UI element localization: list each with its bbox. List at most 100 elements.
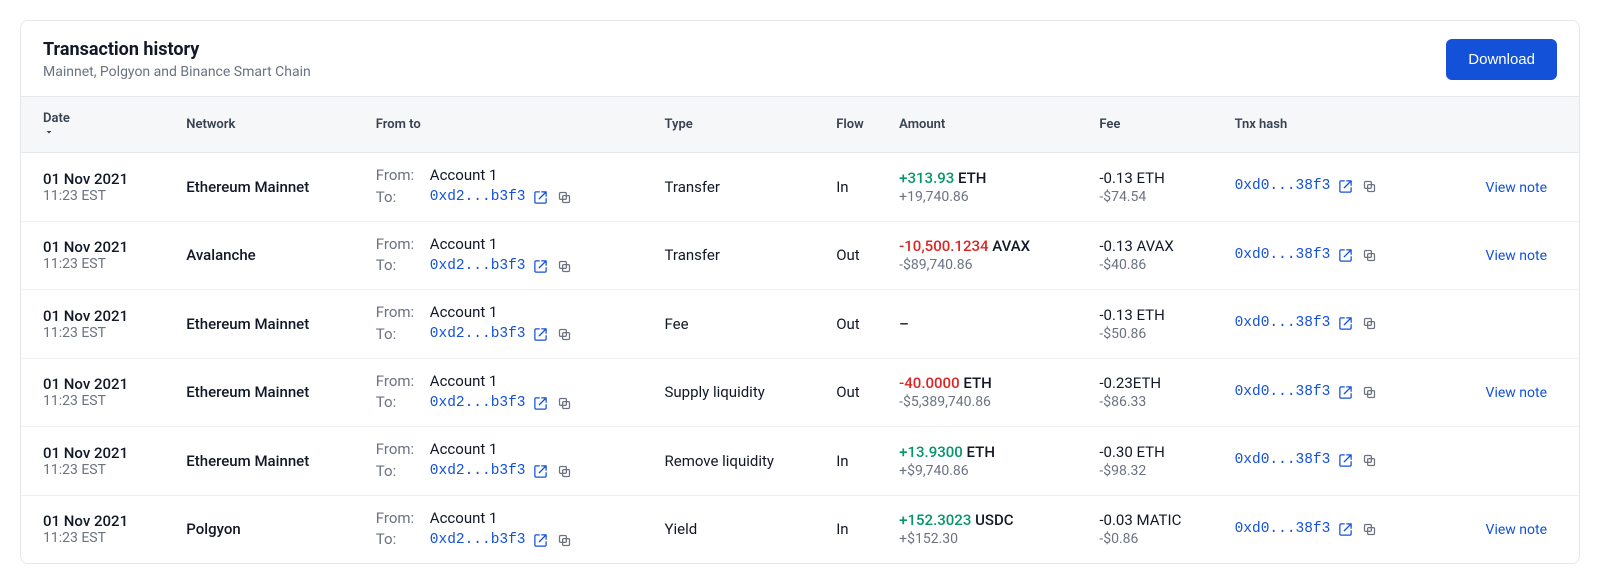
amount-sub: +19,740.86 bbox=[899, 189, 1079, 205]
hash-link[interactable]: 0xd0...38f3 bbox=[1235, 245, 1331, 266]
amount-sub: +$152.30 bbox=[899, 531, 1079, 547]
external-link-icon[interactable] bbox=[532, 257, 550, 275]
external-link-icon[interactable] bbox=[1336, 315, 1354, 333]
cell-flow: In bbox=[826, 495, 889, 563]
to-line: To: 0xd2...b3f3 bbox=[376, 324, 645, 346]
copy-icon[interactable] bbox=[1360, 520, 1378, 538]
to-address-link[interactable]: 0xd2...b3f3 bbox=[430, 256, 526, 277]
from-line: From:Account 1 bbox=[376, 508, 645, 530]
col-network[interactable]: Network bbox=[176, 97, 366, 153]
to-label: To: bbox=[376, 187, 424, 209]
cell-flow: Out bbox=[826, 221, 889, 290]
amount-main: +152.3023 USDC bbox=[899, 511, 1079, 529]
copy-icon[interactable] bbox=[556, 394, 574, 412]
to-label: To: bbox=[376, 324, 424, 346]
panel-subtitle: Mainnet, Polgyon and Binance Smart Chain bbox=[43, 64, 311, 80]
cell-flow: In bbox=[826, 427, 889, 496]
cell-note bbox=[1442, 427, 1579, 496]
copy-icon[interactable] bbox=[556, 257, 574, 275]
cell-amount: +152.3023 USDC +$152.30 bbox=[889, 495, 1089, 563]
to-address-link[interactable]: 0xd2...b3f3 bbox=[430, 530, 526, 551]
hash-wrap: 0xd0...38f3 bbox=[1235, 313, 1432, 334]
external-link-icon[interactable] bbox=[532, 326, 550, 344]
to-line: To: 0xd2...b3f3 bbox=[376, 255, 645, 277]
from-label: From: bbox=[376, 234, 424, 256]
cell-amount: +13.9300 ETH+$9,740.86 bbox=[889, 427, 1089, 496]
to-label: To: bbox=[376, 255, 424, 277]
date-time: 11:23 EST bbox=[43, 325, 166, 341]
from-value: Account 1 bbox=[430, 371, 498, 393]
external-link-icon[interactable] bbox=[532, 394, 550, 412]
cell-fee: -0.13 AVAX-$40.86 bbox=[1089, 221, 1224, 290]
view-note-link[interactable]: View note bbox=[1486, 385, 1569, 401]
copy-icon[interactable] bbox=[1360, 383, 1378, 401]
col-date-label: Date bbox=[43, 111, 70, 126]
fee-sub: -$0.86 bbox=[1099, 531, 1214, 547]
cell-hash: 0xd0...38f3 bbox=[1225, 358, 1442, 427]
col-fee[interactable]: Fee bbox=[1089, 97, 1224, 153]
external-link-icon[interactable] bbox=[532, 531, 550, 549]
col-flow[interactable]: Flow bbox=[826, 97, 889, 153]
cell-date: 01 Nov 202111:23 EST bbox=[21, 495, 176, 563]
col-amount[interactable]: Amount bbox=[889, 97, 1089, 153]
to-label: To: bbox=[376, 392, 424, 414]
view-note-link[interactable]: View note bbox=[1486, 522, 1569, 538]
hash-link[interactable]: 0xd0...38f3 bbox=[1235, 519, 1331, 540]
copy-icon[interactable] bbox=[556, 531, 574, 549]
from-label: From: bbox=[376, 302, 424, 324]
table-row: 01 Nov 202111:23 ESTEthereum MainnetFrom… bbox=[21, 290, 1579, 359]
to-address-link[interactable]: 0xd2...b3f3 bbox=[430, 393, 526, 414]
view-note-link[interactable]: View note bbox=[1486, 180, 1569, 196]
cell-note: View note bbox=[1442, 495, 1579, 563]
copy-icon[interactable] bbox=[1360, 178, 1378, 196]
view-note-link[interactable]: View note bbox=[1486, 248, 1569, 264]
table-row: 01 Nov 202111:23 ESTPolgyonFrom:Account … bbox=[21, 495, 1579, 563]
to-line: To:0xd2...b3f3 bbox=[376, 461, 645, 483]
to-address-link[interactable]: 0xd2...b3f3 bbox=[430, 461, 526, 482]
cell-fee: -0.03 MATIC-$0.86 bbox=[1089, 495, 1224, 563]
amount-sub: -$5,389,740.86 bbox=[899, 394, 1079, 410]
cell-hash: 0xd0...38f3 bbox=[1225, 153, 1442, 222]
copy-icon[interactable] bbox=[1360, 315, 1378, 333]
col-date[interactable]: Date bbox=[21, 97, 176, 153]
amount-symbol: AVAX bbox=[989, 237, 1031, 255]
external-link-icon[interactable] bbox=[1336, 246, 1354, 264]
hash-link[interactable]: 0xd0...38f3 bbox=[1235, 382, 1331, 403]
external-link-icon[interactable] bbox=[1336, 520, 1354, 538]
cell-network: Avalanche bbox=[176, 221, 366, 290]
copy-icon[interactable] bbox=[1360, 246, 1378, 264]
external-link-icon[interactable] bbox=[1336, 383, 1354, 401]
copy-icon[interactable] bbox=[1360, 452, 1378, 470]
cell-fromto: From:Account 1To:0xd2...b3f3 bbox=[366, 153, 655, 222]
to-label: To: bbox=[376, 529, 424, 551]
from-label: From: bbox=[376, 371, 424, 393]
hash-link[interactable]: 0xd0...38f3 bbox=[1235, 313, 1331, 334]
hash-link[interactable]: 0xd0...38f3 bbox=[1235, 450, 1331, 471]
to-address-link[interactable]: 0xd2...b3f3 bbox=[430, 187, 526, 208]
from-value: Account 1 bbox=[430, 508, 498, 530]
fee-sub: -$86.33 bbox=[1099, 394, 1214, 410]
cell-date: 01 Nov 202111:23 EST bbox=[21, 358, 176, 427]
external-link-icon[interactable] bbox=[1336, 178, 1354, 196]
col-fromto[interactable]: From to bbox=[366, 97, 655, 153]
col-note bbox=[1442, 97, 1579, 153]
amount-symbol: ETH bbox=[963, 443, 995, 461]
fee-sub: -$40.86 bbox=[1099, 257, 1214, 273]
date-time: 11:23 EST bbox=[43, 256, 166, 272]
download-button[interactable]: Download bbox=[1446, 39, 1557, 80]
cell-amount: -10,500.1234 AVAX-$89,740.86 bbox=[889, 221, 1089, 290]
col-type[interactable]: Type bbox=[655, 97, 827, 153]
external-link-icon[interactable] bbox=[532, 189, 550, 207]
hash-link[interactable]: 0xd0...38f3 bbox=[1235, 176, 1331, 197]
cell-type: Yield bbox=[655, 495, 827, 563]
copy-icon[interactable] bbox=[556, 326, 574, 344]
to-address-link[interactable]: 0xd2...b3f3 bbox=[430, 324, 526, 345]
copy-icon[interactable] bbox=[556, 189, 574, 207]
cell-network: Ethereum Mainnet bbox=[176, 290, 366, 359]
amount-main: +313.93 ETH bbox=[899, 169, 1079, 187]
external-link-icon[interactable] bbox=[1336, 452, 1354, 470]
copy-icon[interactable] bbox=[556, 463, 574, 481]
fee-main: -0.13 ETH bbox=[1099, 169, 1214, 187]
external-link-icon[interactable] bbox=[532, 463, 550, 481]
col-hash[interactable]: Tnx hash bbox=[1225, 97, 1442, 153]
